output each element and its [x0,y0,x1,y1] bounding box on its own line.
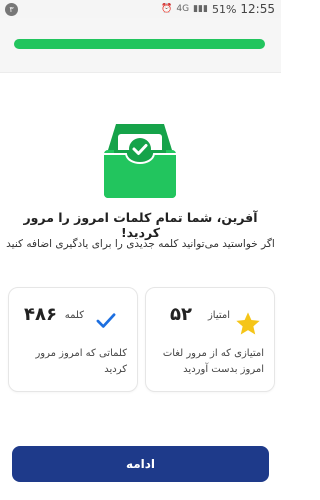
progress-bar [14,39,265,49]
words-label: کلمه [64,310,84,321]
battery-level: 51% [211,2,237,16]
progress-bar-fill [14,39,265,49]
completion-title: آفرین، شما تمام کلمات امروز را مرور کردی… [23,210,258,240]
words-value: ۴۸۶ [24,304,57,325]
words-description: کلماتی که امروز مرور کردید [35,348,127,375]
network-label: 4G [176,4,190,14]
score-card: امتیاز ۵۲ امتیازی که از مرور لغات امروز … [145,287,275,392]
continue-button[interactable]: ادامه [12,446,269,482]
completion-subtitle: اگر خواستید می‌توانید کلمه جدیدی را برای… [6,238,275,250]
signal-icon: ▮▮▮ [193,4,208,14]
inbox-check-icon [104,124,176,198]
words-card-header: کلمه ۴۸۶ [9,302,137,330]
score-value: ۵۲ [170,304,192,325]
score-card-header: امتیاز ۵۲ [146,302,274,335]
alarm-icon: ⏰ [161,4,173,14]
status-right: ⏰ 4G ▮▮▮ 51% 12:55 [161,2,275,16]
words-card: کلمه ۴۸۶ کلماتی که امروز مرور کردید [8,287,138,392]
notification-badge: ۳ [5,3,18,16]
clock: 12:55 [240,2,275,16]
score-label: امتیاز [207,310,230,321]
progress-header [0,18,281,73]
check-icon [96,313,116,328]
score-description: امتیازی که از مرور لغات امروز بدست آوردی… [162,348,264,375]
star-icon [236,312,260,335]
status-bar: ۳ ⏰ 4G ▮▮▮ 51% 12:55 [0,0,281,18]
